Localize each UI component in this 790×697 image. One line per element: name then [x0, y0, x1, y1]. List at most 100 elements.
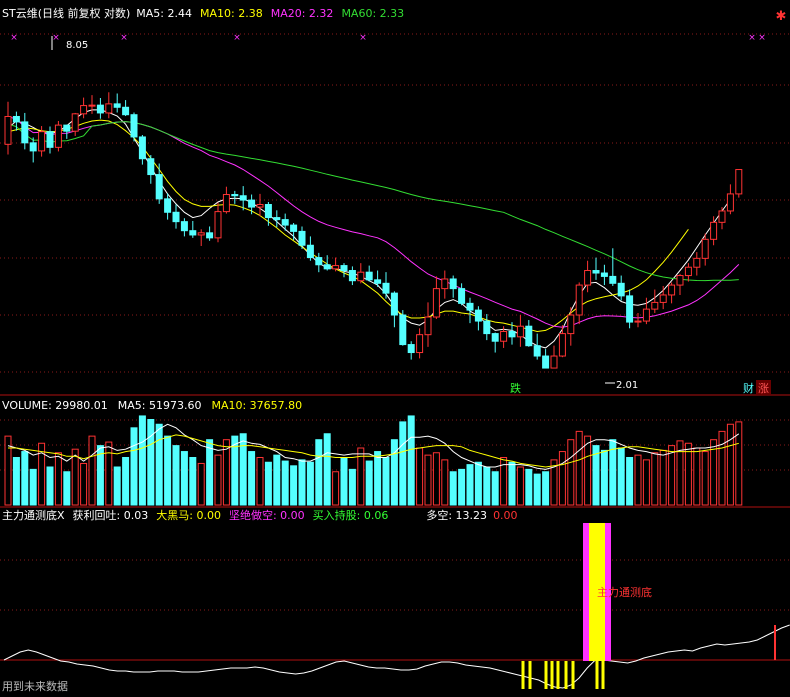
candle-body [189, 230, 197, 236]
candle-body [54, 124, 62, 148]
candle [80, 97, 88, 119]
volume-bar [315, 439, 323, 506]
ma-legend-item: MA20: 2.32 [271, 7, 334, 20]
candle-body [264, 204, 272, 219]
candle [298, 226, 306, 250]
indicator-legend-item: 主力通测底X [2, 508, 65, 522]
candle-body [407, 344, 415, 354]
candle-body [416, 334, 424, 354]
candle [567, 307, 575, 346]
candle-body [567, 314, 575, 335]
candle [449, 275, 457, 298]
volume-bar [147, 419, 155, 506]
volume-bar [12, 457, 20, 506]
candle-body [592, 270, 600, 274]
ma-legend-item: MA10: 2.38 [200, 7, 263, 20]
candle-body [508, 330, 516, 338]
volume-bar [382, 457, 390, 506]
top-marker: × [52, 33, 60, 43]
candle-body [584, 270, 592, 286]
volume-legend-item: MA10: 37657.80 [211, 399, 302, 412]
candle-body [382, 282, 390, 294]
volume-bar [533, 473, 541, 506]
candle [54, 120, 62, 152]
candle-body [348, 270, 356, 282]
candle-body [180, 221, 188, 232]
volume-bar [180, 451, 188, 506]
volume-bar [474, 461, 482, 506]
candlesticks [4, 92, 743, 369]
volume-bar [718, 430, 726, 506]
candle [206, 226, 214, 241]
volume-bar [575, 430, 583, 506]
top-marker: × [748, 33, 756, 43]
volume-bar [239, 433, 247, 506]
candle-body [29, 142, 37, 152]
candle-body [290, 224, 298, 232]
footer-note: 用到未来数据 [2, 679, 68, 693]
candle [248, 194, 256, 215]
volume-bar [46, 466, 54, 506]
candle [390, 291, 398, 328]
candle-body [634, 320, 642, 323]
oscillator-line [3, 624, 790, 689]
volume-bar [155, 423, 163, 506]
candle [96, 97, 104, 119]
candle [264, 201, 272, 226]
candle [231, 190, 239, 204]
candle [138, 135, 146, 165]
settings-icon: ✱ [776, 9, 787, 24]
volume-bar [416, 447, 424, 506]
candle [222, 186, 230, 214]
candle [357, 263, 365, 284]
candle-body [432, 288, 440, 318]
candle-body [626, 295, 634, 323]
candle-body [525, 325, 533, 347]
candle-body [684, 266, 692, 277]
volume-bar [634, 454, 642, 506]
candle [365, 265, 373, 282]
volume-bar [726, 423, 734, 506]
candle-body [21, 121, 29, 144]
candle-body [651, 301, 659, 310]
top-marker: × [359, 33, 367, 43]
volume-bar [29, 468, 37, 506]
candle-body [575, 284, 583, 316]
candle-body [96, 104, 104, 114]
volume-bar [88, 435, 96, 506]
candle-body [231, 194, 239, 197]
candle-body [130, 114, 138, 138]
volume-bar [441, 459, 449, 506]
volume-bar [584, 435, 592, 506]
candle-body [500, 330, 508, 342]
volume-bar [668, 445, 676, 506]
volume-bar [138, 415, 146, 506]
volume-bar [458, 468, 466, 506]
candle-body [365, 271, 373, 281]
volume-bar [567, 439, 575, 506]
candle-body [298, 230, 306, 246]
candle [29, 137, 37, 163]
candle-body [441, 278, 449, 290]
candle [273, 210, 281, 228]
candle-body [206, 232, 214, 239]
volume-bar [248, 451, 256, 506]
candle [105, 92, 113, 119]
volume-bar [466, 464, 474, 506]
volume-bar [508, 461, 516, 506]
volume-bar [684, 442, 692, 506]
candle-body [306, 244, 314, 259]
volume-legend-item: MA5: 51973.60 [118, 399, 202, 412]
candle-body [4, 115, 12, 145]
candle [584, 260, 592, 293]
indicator-legend-item: 多空: 13.23 [426, 508, 487, 522]
candle-body [315, 257, 323, 266]
volume-bar [483, 466, 491, 506]
candle [609, 248, 617, 286]
volume-bar [323, 433, 331, 506]
volume-bar [281, 460, 289, 506]
candle-body [63, 124, 71, 132]
candle [525, 320, 533, 347]
volume-bar [693, 447, 701, 506]
volume-bar [374, 451, 382, 506]
